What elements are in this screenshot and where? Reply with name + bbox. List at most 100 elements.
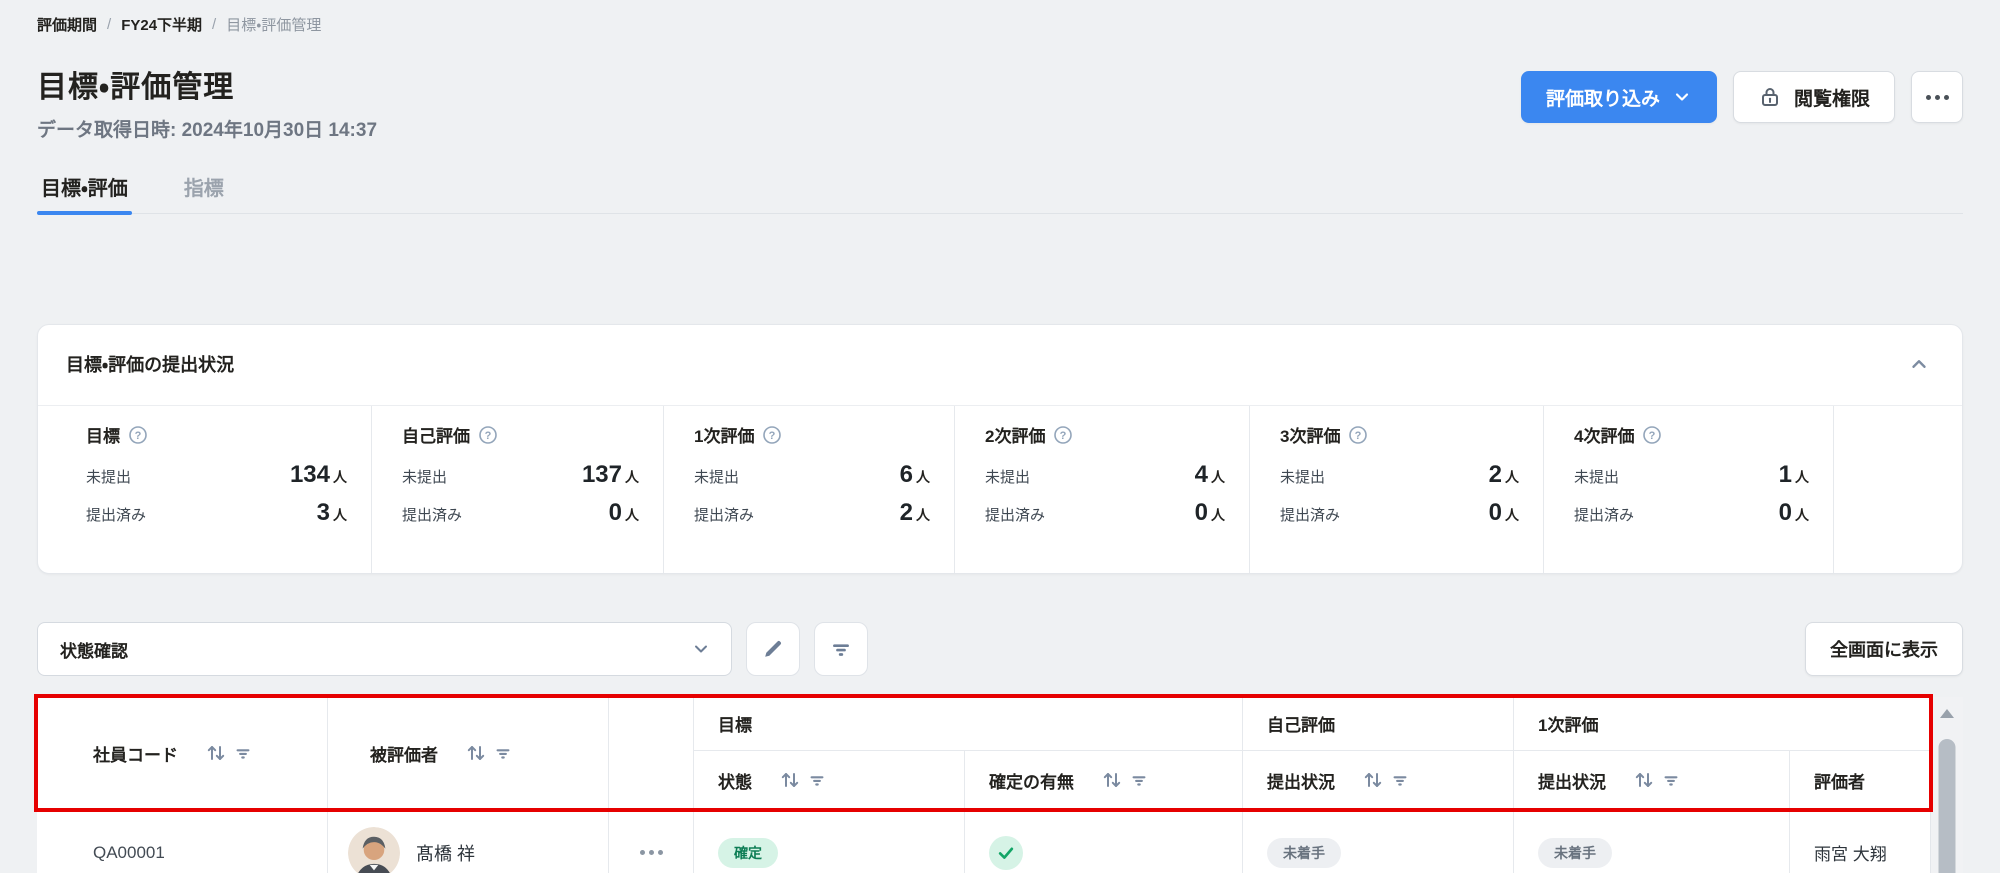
stat-row-unsubmitted: 未提出 6人	[694, 461, 930, 489]
filter-icon	[830, 638, 852, 660]
sort-icon[interactable]	[1100, 768, 1124, 792]
stat-row-label: 提出済み	[694, 504, 754, 525]
filter-icon[interactable]	[234, 744, 252, 762]
pencil-icon	[761, 637, 785, 661]
lock-icon	[1758, 85, 1782, 109]
stat-unit: 人	[1505, 469, 1519, 485]
filter-icon[interactable]	[494, 744, 512, 762]
breadcrumb-separator: /	[212, 16, 216, 33]
cell-employee-code: QA00001	[37, 810, 328, 873]
stat-value: 2	[1489, 461, 1502, 488]
breadcrumb-current-page: 目標・評価管理	[226, 14, 321, 35]
stat-unit: 人	[625, 469, 639, 485]
stat-value: 134	[290, 461, 330, 488]
column-header-label: 社員コード	[93, 741, 178, 766]
stat-label: 自己評価	[402, 422, 470, 447]
scrollbar-thumb[interactable]	[1939, 739, 1956, 873]
view-permission-button[interactable]: 閲覧権限	[1733, 71, 1895, 123]
stat-row-label: 未提出	[1574, 466, 1619, 487]
table-scrollbar[interactable]	[1930, 697, 1963, 873]
stat-value: 0	[609, 499, 622, 526]
breadcrumb-separator: /	[107, 16, 111, 33]
table-header: 社員コード 被評価者	[37, 697, 1930, 809]
table-content: 社員コード 被評価者	[37, 697, 1930, 873]
more-dots-icon	[649, 850, 654, 855]
status-badge-not-started: 未着手	[1538, 838, 1612, 868]
submission-stats: 目標 ? 未提出 134人 提出済み 3人 自己評価 ?	[38, 405, 1962, 573]
sort-icon[interactable]	[1361, 768, 1385, 792]
group-header-label: 1次評価	[1538, 711, 1598, 736]
stat-row-submitted: 提出済み 0人	[1574, 499, 1809, 527]
stat-column-third-eval: 3次評価 ? 未提出 2人 提出済み 0人	[1250, 406, 1544, 573]
cell-evaluatee: 髙橋 祥	[328, 810, 609, 873]
svg-text:?: ?	[1649, 430, 1656, 442]
stat-row-label: 未提出	[86, 466, 131, 487]
filter-icon[interactable]	[1130, 771, 1148, 789]
column-header-label: 状態	[718, 768, 752, 793]
column-header-confirmed[interactable]: 確定の有無	[965, 751, 1243, 809]
filter-icon[interactable]	[808, 771, 826, 789]
help-icon[interactable]: ?	[1642, 425, 1662, 445]
filter-icon[interactable]	[1391, 771, 1409, 789]
stat-unit: 人	[333, 469, 347, 485]
fullscreen-button[interactable]: 全画面に表示	[1805, 622, 1963, 676]
scroll-up-arrow[interactable]	[1940, 709, 1954, 718]
help-icon[interactable]: ?	[1348, 425, 1368, 445]
sort-icon[interactable]	[204, 741, 228, 765]
column-header-evaluatee[interactable]: 被評価者	[328, 697, 609, 809]
column-header-self-submission[interactable]: 提出状況	[1243, 751, 1514, 809]
more-dots-icon	[1935, 95, 1940, 100]
cell-first-submission: 未着手	[1514, 810, 1790, 873]
column-header-evaluator[interactable]: 評価者	[1790, 751, 1930, 809]
import-evaluation-button[interactable]: 評価取り込み	[1521, 71, 1717, 123]
stat-row-submitted: 提出済み 3人	[86, 499, 347, 527]
tab-goal-evaluation[interactable]: 目標・評価	[37, 172, 132, 213]
filter-view-button[interactable]	[814, 622, 868, 676]
help-icon[interactable]: ?	[478, 425, 498, 445]
evaluatee-name[interactable]: 髙橋 祥	[416, 840, 475, 866]
column-header-employee-code[interactable]: 社員コード	[37, 697, 328, 809]
sort-icon[interactable]	[1632, 768, 1656, 792]
breadcrumb-evaluation-period[interactable]: 評価期間	[37, 14, 97, 35]
view-select[interactable]: 状態確認	[37, 622, 732, 676]
tab-indicators[interactable]: 指標	[180, 172, 228, 213]
stat-label: 3次評価	[1280, 422, 1340, 447]
breadcrumb-fy24-second-half[interactable]: FY24下半期	[121, 14, 202, 35]
group-header-self-eval: 自己評価	[1243, 697, 1514, 751]
stat-value: 137	[582, 461, 622, 488]
sort-icon[interactable]	[778, 768, 802, 792]
chevron-down-icon	[1672, 87, 1692, 107]
stat-value: 0	[1195, 499, 1208, 526]
column-header-first-submission[interactable]: 提出状況	[1514, 751, 1790, 809]
more-dots-icon	[658, 850, 663, 855]
sort-icon[interactable]	[464, 741, 488, 765]
stat-label: 4次評価	[1574, 422, 1634, 447]
filter-icon[interactable]	[1662, 771, 1680, 789]
tab-bar: 目標・評価 指標	[37, 172, 1963, 214]
row-menu-button[interactable]	[640, 850, 663, 855]
help-icon[interactable]: ?	[128, 425, 148, 445]
stat-row-label: 未提出	[694, 466, 739, 487]
svg-text:?: ?	[769, 430, 776, 442]
page: 評価期間 / FY24下半期 / 目標・評価管理 目標・評価管理 データ取得日時…	[0, 0, 2000, 873]
stat-column-fourth-eval: 4次評価 ? 未提出 1人 提出済み 0人	[1544, 406, 1834, 573]
stat-unit: 人	[916, 507, 930, 523]
breadcrumb: 評価期間 / FY24下半期 / 目標・評価管理	[37, 14, 1963, 35]
help-icon[interactable]: ?	[762, 425, 782, 445]
column-header-goal-status[interactable]: 状態	[694, 751, 965, 809]
edit-view-button[interactable]	[746, 622, 800, 676]
stat-row-submitted: 提出済み 0人	[1280, 499, 1519, 527]
stat-value: 2	[900, 499, 913, 526]
collapse-card-button[interactable]	[1904, 349, 1934, 379]
stat-row-unsubmitted: 未提出 2人	[1280, 461, 1519, 489]
svg-text:?: ?	[1060, 430, 1067, 442]
cell-confirmed	[965, 810, 1243, 873]
help-icon[interactable]: ?	[1053, 425, 1073, 445]
table-row[interactable]: QA00001 髙橋 祥	[37, 809, 1930, 873]
stat-row-unsubmitted: 未提出 137人	[402, 461, 639, 489]
stat-value: 0	[1779, 499, 1792, 526]
more-actions-button[interactable]	[1911, 71, 1963, 123]
stat-unit: 人	[1505, 507, 1519, 523]
group-header-label: 自己評価	[1267, 711, 1335, 736]
stat-unit: 人	[1795, 469, 1809, 485]
